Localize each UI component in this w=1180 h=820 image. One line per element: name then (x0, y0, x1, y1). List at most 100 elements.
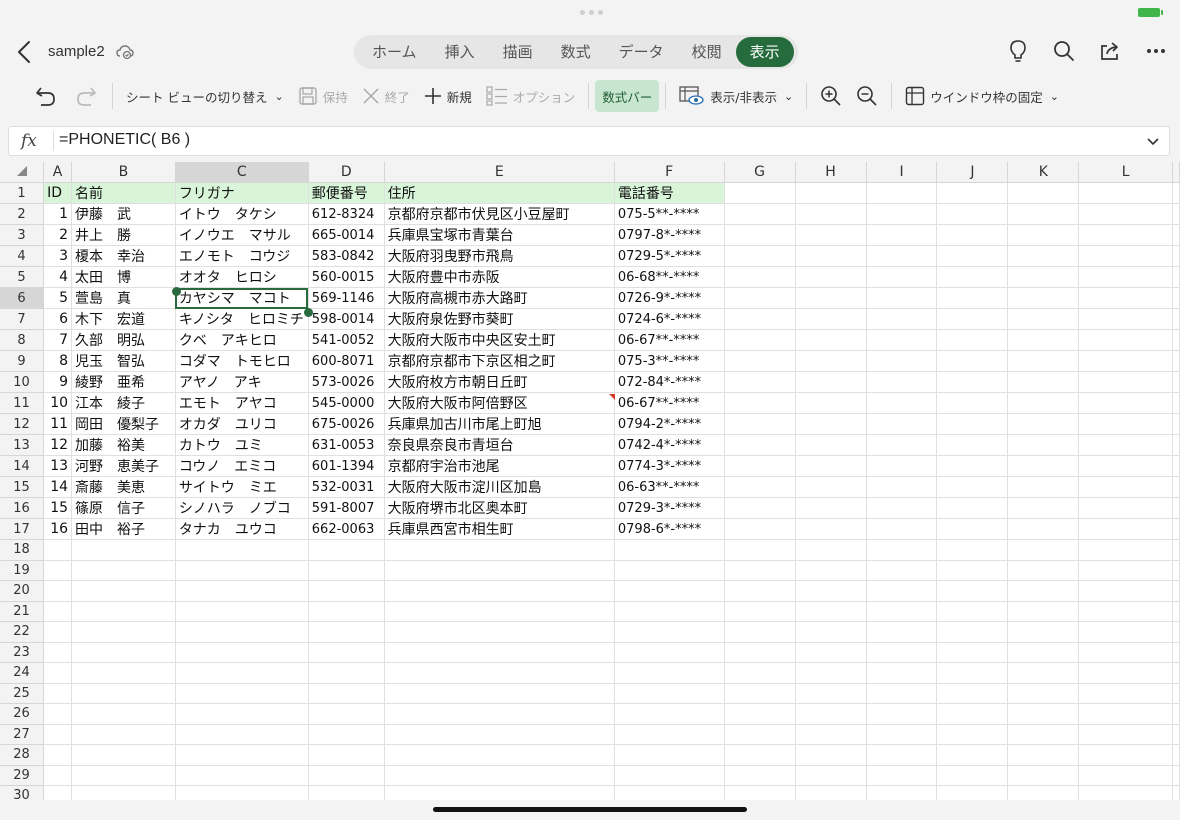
cell[interactable]: 591-8007 (308, 497, 385, 519)
cell[interactable] (795, 580, 867, 602)
cell[interactable] (1172, 621, 1180, 643)
cell[interactable] (614, 703, 725, 725)
cell[interactable] (795, 703, 867, 725)
cell[interactable] (1007, 203, 1080, 225)
cell[interactable] (724, 621, 796, 643)
cell[interactable]: 06-63**-**** (614, 476, 725, 498)
cell[interactable] (43, 560, 73, 581)
cell[interactable]: 0729-5*-**** (614, 245, 725, 267)
cell[interactable]: 0724-6*-**** (614, 308, 725, 330)
cell[interactable] (308, 662, 385, 684)
cell[interactable]: 1 (43, 203, 73, 225)
cell[interactable] (1007, 182, 1080, 204)
cell[interactable] (43, 601, 73, 622)
cell[interactable] (936, 642, 1009, 663)
cell[interactable]: 大阪府堺市北区奥本町 (384, 497, 615, 519)
cell[interactable] (308, 744, 385, 766)
cell[interactable] (1007, 662, 1080, 684)
cell[interactable]: コウノ エミコ (175, 455, 309, 477)
cell[interactable]: 075-5**-**** (614, 203, 725, 225)
cell[interactable] (1172, 662, 1180, 684)
sheet-view-switch-button[interactable]: シート ビューの切り替え ⌄ (119, 80, 291, 112)
cell[interactable] (936, 182, 1009, 204)
cell[interactable]: 601-1394 (308, 455, 385, 477)
cell[interactable]: アヤノ アキ (175, 371, 309, 393)
cell[interactable] (795, 765, 867, 786)
column-header-i[interactable]: I (866, 162, 938, 183)
cell[interactable] (724, 329, 796, 351)
cell[interactable] (614, 785, 725, 800)
cell[interactable] (724, 455, 796, 477)
cell[interactable] (175, 703, 309, 725)
cell[interactable] (724, 392, 796, 414)
cell[interactable]: 0774-3*-**** (614, 455, 725, 477)
cell[interactable] (724, 539, 796, 561)
cell[interactable]: シノハラ ノブコ (175, 497, 309, 519)
cell[interactable] (1078, 539, 1173, 561)
cell[interactable] (1078, 476, 1173, 498)
cell[interactable] (724, 308, 796, 330)
cell[interactable] (795, 329, 867, 351)
cell[interactable]: 06-67**-**** (614, 392, 725, 414)
column-header-l[interactable]: L (1078, 162, 1173, 183)
cell[interactable]: 9 (43, 371, 73, 393)
keep-button[interactable]: 保持 (291, 80, 355, 112)
cell[interactable]: 太田 博 (71, 266, 176, 288)
cell[interactable] (866, 224, 938, 246)
cell[interactable] (384, 744, 615, 766)
cell[interactable] (866, 455, 938, 477)
cell[interactable] (614, 580, 725, 602)
cell[interactable] (724, 765, 796, 786)
cell[interactable] (71, 642, 176, 663)
row-header[interactable]: 16 (0, 497, 45, 519)
header-cell[interactable]: ID (43, 182, 73, 204)
cell[interactable]: 12 (43, 434, 73, 456)
cell[interactable] (866, 662, 938, 684)
cell[interactable]: オカダ ユリコ (175, 413, 309, 435)
cell[interactable]: 11 (43, 413, 73, 435)
cell[interactable] (1007, 621, 1080, 643)
cell[interactable] (724, 266, 796, 288)
cell[interactable] (795, 642, 867, 663)
header-cell[interactable]: 住所 (384, 182, 615, 204)
cell[interactable] (1078, 182, 1173, 204)
cell[interactable] (1078, 245, 1173, 267)
cell[interactable] (866, 245, 938, 267)
row-header[interactable]: 21 (0, 601, 45, 622)
cell[interactable] (1007, 266, 1080, 288)
cell[interactable] (1172, 683, 1180, 704)
cell[interactable] (936, 497, 1009, 519)
cell[interactable] (1078, 518, 1173, 540)
cell[interactable]: 6 (43, 308, 73, 330)
cell[interactable] (795, 724, 867, 745)
cell[interactable]: 541-0052 (308, 329, 385, 351)
cell[interactable] (795, 224, 867, 246)
cell[interactable] (1172, 182, 1180, 204)
column-header-j[interactable]: J (936, 162, 1009, 183)
cell[interactable]: 0797-8*-**** (614, 224, 725, 246)
cell[interactable] (724, 560, 796, 581)
cell[interactable] (1078, 724, 1173, 745)
cell[interactable] (795, 350, 867, 372)
cell[interactable] (1172, 580, 1180, 602)
cell[interactable] (1007, 224, 1080, 246)
cell[interactable] (1007, 392, 1080, 414)
cell[interactable] (1007, 287, 1080, 309)
cell[interactable] (795, 744, 867, 766)
cell[interactable]: 583-0842 (308, 245, 385, 267)
formula-input[interactable]: =PHONETIC( B6 ) (59, 131, 190, 149)
header-cell[interactable]: フリガナ (175, 182, 309, 204)
cell[interactable] (936, 434, 1009, 456)
cell[interactable] (71, 744, 176, 766)
cell[interactable] (724, 662, 796, 684)
show-hide-button[interactable]: 表示/非表示 ⌄ (672, 80, 800, 112)
cell[interactable]: 岡田 優梨子 (71, 413, 176, 435)
cell[interactable] (936, 560, 1009, 581)
row-header[interactable]: 19 (0, 560, 45, 581)
cell[interactable] (1007, 308, 1080, 330)
cell[interactable] (614, 539, 725, 561)
cell[interactable] (936, 744, 1009, 766)
cell[interactable] (71, 580, 176, 602)
cell[interactable]: 大阪府大阪市淀川区加島 (384, 476, 615, 498)
cell[interactable] (43, 744, 73, 766)
